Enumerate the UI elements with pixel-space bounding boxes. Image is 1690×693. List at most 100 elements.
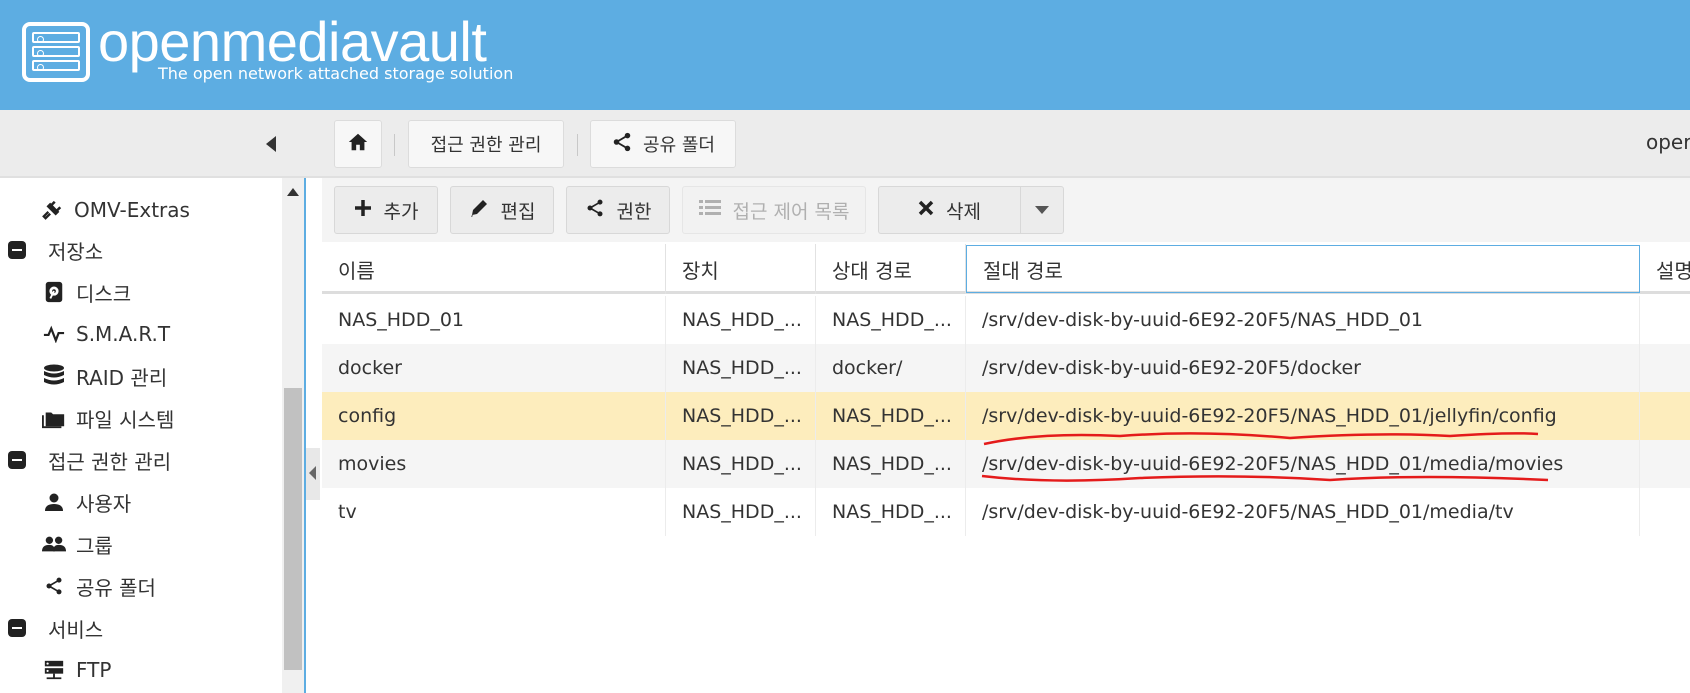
delete-button[interactable]: 삭제 <box>878 186 1020 234</box>
logo-icon <box>22 22 90 82</box>
sidebar-collapse-icon[interactable] <box>266 136 276 152</box>
sidebar-item-disks[interactable]: 디스크 <box>42 274 131 310</box>
chevron-down-icon <box>1035 206 1049 214</box>
cell-abspath: /srv/dev-disk-by-uuid-6E92-20F5/NAS_HDD_… <box>966 392 1640 440</box>
acl-button-label: 접근 제어 목록 <box>732 200 850 223</box>
breadcrumb-separator <box>577 134 578 156</box>
sidebar-section-storage[interactable]: 저장소 <box>8 232 103 268</box>
cell-relpath: NAS_HDD_... <box>816 488 966 536</box>
sidebar-splitter <box>306 178 322 693</box>
column-header-device[interactable]: 장치 <box>666 244 816 294</box>
cell-name: movies <box>322 440 666 488</box>
sidebar-item-label: 공유 폴더 <box>76 575 156 600</box>
home-icon <box>347 131 369 158</box>
sidebar-item-users[interactable]: 사용자 <box>42 484 131 520</box>
add-button[interactable]: 추가 <box>334 186 438 234</box>
table-row-selected[interactable]: config NAS_HDD_... NAS_HDD_... /srv/dev-… <box>322 392 1690 440</box>
cell-relpath: docker/ <box>816 344 966 392</box>
breadcrumb-share-label: 공유 폴더 <box>643 135 715 156</box>
minus-square-icon <box>8 241 26 259</box>
permissions-button-label: 권한 <box>616 200 652 223</box>
delete-button-label: 삭제 <box>946 200 981 223</box>
sidebar-item-groups[interactable]: 그룹 <box>42 526 113 562</box>
cell-abspath: /srv/dev-disk-by-uuid-6E92-20F5/docker <box>966 344 1640 392</box>
plus-icon <box>354 199 372 222</box>
sidebar-item-filesystems[interactable]: 파일 시스템 <box>42 400 174 436</box>
cell-description <box>1640 488 1690 536</box>
sidebar-item-shared-folders[interactable]: 공유 폴더 <box>42 568 156 604</box>
plug-icon <box>40 198 64 222</box>
cell-description <box>1640 440 1690 488</box>
sidebar-item-label: 디스크 <box>76 281 132 306</box>
table-row[interactable]: tv NAS_HDD_... NAS_HDD_... /srv/dev-disk… <box>322 488 1690 536</box>
user-icon <box>42 490 66 514</box>
edit-button-label: 편집 <box>500 200 536 223</box>
sidebar-scroll-thumb[interactable] <box>284 388 302 670</box>
breadcrumb-shared-folders[interactable]: 공유 폴더 <box>590 120 736 168</box>
scroll-up-arrow-icon[interactable] <box>287 188 299 196</box>
cell-abspath: /srv/dev-disk-by-uuid-6E92-20F5/NAS_HDD_… <box>966 296 1640 344</box>
sidebar-section-access[interactable]: 접근 권한 관리 <box>8 442 171 478</box>
permissions-button[interactable]: 권한 <box>566 186 670 234</box>
add-button-label: 추가 <box>383 200 419 223</box>
sidebar-item-label: 서비스 <box>48 617 104 642</box>
sidebar-item-label: OMV-Extras <box>74 198 190 222</box>
column-header-abspath[interactable]: 절대 경로 <box>966 245 1640 293</box>
pencil-icon <box>469 198 489 223</box>
cell-device: NAS_HDD_... <box>666 488 816 536</box>
cell-abspath: /srv/dev-disk-by-uuid-6E92-20F5/NAS_HDD_… <box>966 488 1640 536</box>
share-icon <box>42 574 66 598</box>
pulse-icon <box>42 322 66 346</box>
cell-name: tv <box>322 488 666 536</box>
splitter-collapse-handle[interactable] <box>306 448 320 500</box>
server-icon <box>42 658 66 682</box>
close-icon <box>918 199 934 221</box>
share-icon <box>585 197 605 224</box>
grid-toolbar: 추가 편집 권한 접근 제어 목록 삭제 <box>322 178 1690 242</box>
sidebar-item-label: RAID 관리 <box>76 365 168 390</box>
sidebar-item-label: 파일 시스템 <box>76 407 175 432</box>
table-row[interactable]: movies NAS_HDD_... NAS_HDD_... /srv/dev-… <box>322 440 1690 488</box>
sidebar-item-smart[interactable]: S.M.A.R.T <box>42 316 170 352</box>
cell-description <box>1640 296 1690 344</box>
edit-button[interactable]: 편집 <box>450 186 554 234</box>
sidebar-item-label: 접근 권한 관리 <box>48 449 172 474</box>
cell-relpath: NAS_HDD_... <box>816 392 966 440</box>
sidebar-scrollbar[interactable] <box>282 178 304 693</box>
sidebar: OMV-Extras 저장소 디스크 S.M.A.R.T RAID 관리 파일 … <box>0 178 306 693</box>
acl-button[interactable]: 접근 제어 목록 <box>682 186 866 234</box>
column-header-description[interactable]: 설명 <box>1640 244 1690 294</box>
cell-device: NAS_HDD_... <box>666 344 816 392</box>
share-icon <box>611 131 633 158</box>
app-header: openmediavault The open network attached… <box>0 0 1690 110</box>
minus-square-icon <box>8 619 26 637</box>
cell-description <box>1640 392 1690 440</box>
grid-header: 이름 장치 상대 경로 절대 경로 설명 <box>322 244 1690 294</box>
cell-device: NAS_HDD_... <box>666 440 816 488</box>
cell-device: NAS_HDD_... <box>666 392 816 440</box>
disk-icon <box>42 280 66 304</box>
sidebar-item-label: 사용자 <box>76 491 132 516</box>
cell-abspath: /srv/dev-disk-by-uuid-6E92-20F5/NAS_HDD_… <box>966 440 1640 488</box>
sidebar-item-raid[interactable]: RAID 관리 <box>42 358 167 394</box>
breadcrumb-home-button[interactable] <box>334 120 382 168</box>
user-menu[interactable]: oper <box>1646 130 1690 154</box>
folder-icon <box>42 406 66 430</box>
breadcrumb-access-rights[interactable]: 접근 권한 관리 <box>408 120 564 168</box>
table-row[interactable]: NAS_HDD_01 NAS_HDD_... NAS_HDD_... /srv/… <box>322 296 1690 344</box>
sidebar-item-label: S.M.A.R.T <box>76 322 171 346</box>
sidebar-section-services[interactable]: 서비스 <box>8 610 103 646</box>
delete-dropdown-button[interactable] <box>1020 186 1064 234</box>
breadcrumb: 접근 권한 관리 공유 폴더 oper <box>0 110 1690 178</box>
cell-name: config <box>322 392 666 440</box>
column-header-relpath[interactable]: 상대 경로 <box>816 244 966 294</box>
cell-name: NAS_HDD_01 <box>322 296 666 344</box>
table-row[interactable]: docker NAS_HDD_... docker/ /srv/dev-disk… <box>322 344 1690 392</box>
cell-name: docker <box>322 344 666 392</box>
column-header-name[interactable]: 이름 <box>322 244 666 294</box>
app-tagline: The open network attached storage soluti… <box>158 64 514 83</box>
sidebar-item-omv-extras[interactable]: OMV-Extras <box>40 192 190 228</box>
shared-folders-grid: 이름 장치 상대 경로 절대 경로 설명 NAS_HDD_01 NAS_HDD_… <box>322 244 1690 693</box>
list-icon <box>698 199 721 222</box>
sidebar-item-ftp[interactable]: FTP <box>42 652 111 688</box>
